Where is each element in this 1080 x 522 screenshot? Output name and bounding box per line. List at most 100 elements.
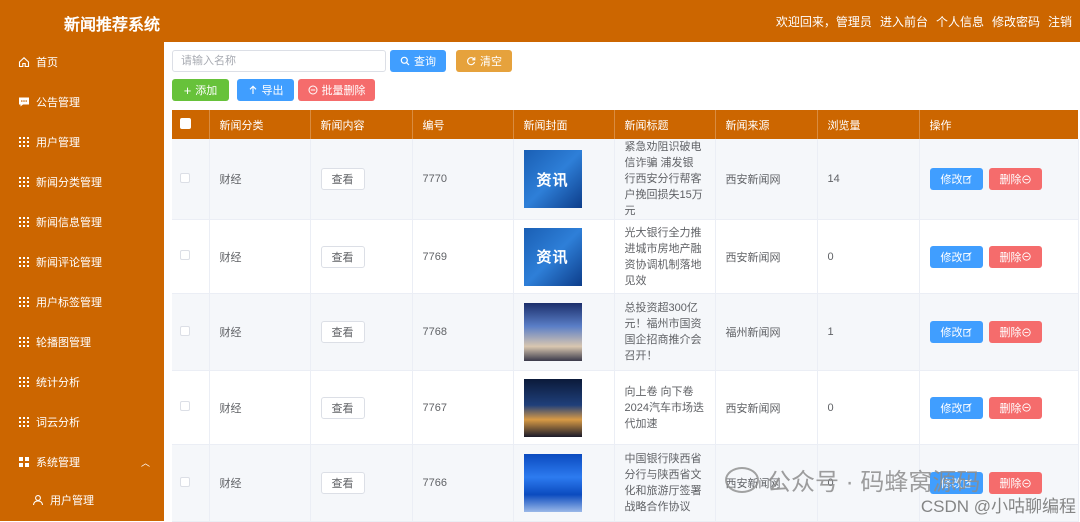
grid-icon [18, 336, 30, 348]
category-cell: 财经 [209, 444, 311, 522]
row-select-cell [172, 444, 210, 522]
grid-icon [18, 176, 30, 188]
export-button[interactable]: 导出 [237, 79, 294, 101]
sidebar-item-carousel[interactable]: 轮播图管理 [0, 322, 164, 362]
clear-button[interactable]: 清空 [456, 50, 512, 72]
view-button[interactable]: 查看 [320, 396, 365, 419]
welcome-text: 欢迎回来，管理员 [775, 15, 872, 29]
source-cell: 西安新闻网 [715, 370, 818, 445]
column-header: 浏览量 [817, 110, 920, 139]
watermark-sub-text: CSDN @小咕聊编程 [920, 497, 1076, 516]
sidebar-item-user-tags[interactable]: 用户标签管理 [0, 282, 164, 322]
minus-circle-icon [1021, 174, 1031, 184]
delete-button[interactable]: 删除 [988, 321, 1042, 343]
enter-frontend-link[interactable]: 进入前台 [880, 13, 928, 30]
column-header: 新闻内容 [310, 110, 413, 139]
view-button[interactable]: 查看 [320, 168, 365, 190]
delete-label: 删除 [999, 478, 1022, 490]
delete-label: 删除 [999, 251, 1022, 264]
logout-link[interactable]: 注销 [1048, 13, 1072, 30]
delete-button[interactable]: 删除 [988, 168, 1042, 190]
profile-link[interactable]: 个人信息 [936, 13, 984, 30]
source-cell: 西安新闻网 [715, 139, 818, 220]
chevron-up-icon: ︿ [140, 457, 150, 468]
sidebar-item-home[interactable]: 首页 [0, 42, 164, 82]
actions-cell: 修改 删除 [919, 293, 1079, 371]
category-cell: 财经 [209, 219, 311, 294]
sidebar-item-word-cloud[interactable]: 词云分析 [0, 402, 164, 442]
row-checkbox[interactable] [180, 401, 190, 411]
view-button[interactable]: 查看 [320, 245, 365, 268]
sidebar-item-system-users[interactable]: 用户管理 [0, 480, 164, 520]
wechat-logo-icon [725, 466, 759, 493]
sidebar: 首页 公告管理 用户管理 新闻分类管理 新闻信息管理 新闻评论管理 用户标签管理… [0, 42, 164, 521]
column-header: 编号 [412, 110, 514, 139]
actions-cell: 修改 删除 [919, 139, 1079, 220]
minus-circle-icon [308, 85, 317, 95]
table-row: 财经 查看 7767 向上卷 向下卷 2024汽车市场迭代加速 西安新闻网 0 … [172, 370, 1079, 445]
column-header: 新闻封面 [513, 110, 615, 139]
grid-icon [18, 256, 30, 268]
content-cell: 查看 [310, 219, 413, 294]
apps-icon [18, 456, 30, 468]
add-label: 添加 [195, 85, 218, 97]
add-button[interactable]: + 添加 [172, 79, 229, 101]
sidebar-item-system[interactable]: 系统管理 ︿ [0, 442, 164, 482]
cover-cell [513, 444, 615, 522]
sidebar-item-label: 新闻评论管理 [36, 257, 102, 269]
title-cell: 向上卷 向下卷 2024汽车市场迭代加速 [614, 370, 716, 445]
edit-icon [962, 252, 972, 261]
delete-label: 删除 [999, 402, 1022, 415]
edit-button[interactable]: 修改 [929, 245, 983, 268]
edit-label: 修改 [940, 402, 963, 415]
edit-button[interactable]: 修改 [929, 396, 983, 419]
view-button[interactable]: 查看 [320, 321, 365, 343]
change-password-link[interactable]: 修改密码 [992, 13, 1040, 30]
delete-button[interactable]: 删除 [988, 245, 1042, 268]
news-table: 新闻分类 新闻内容 编号 新闻封面 新闻标题 新闻来源 浏览量 操作 财经 查看… [172, 110, 1079, 522]
app-title: 新闻推荐系统 [64, 17, 161, 34]
id-cell: 7770 [412, 139, 514, 220]
query-button[interactable]: 查询 [390, 50, 446, 72]
search-input[interactable] [172, 50, 386, 72]
chat-icon [18, 96, 30, 108]
row-checkbox[interactable] [180, 172, 190, 183]
sidebar-item-users[interactable]: 用户管理 [0, 122, 164, 162]
view-button[interactable]: 查看 [320, 472, 365, 494]
grid-icon [18, 136, 30, 148]
title-cell: 紧急劝阻识破电信诈骗 浦发银行西安分行帮客户挽回损失15万元 [614, 139, 716, 220]
table-header-row: 新闻分类 新闻内容 编号 新闻封面 新闻标题 新闻来源 浏览量 操作 [172, 110, 1079, 139]
delete-button[interactable]: 删除 [988, 472, 1042, 494]
delete-button[interactable]: 删除 [988, 396, 1042, 419]
sidebar-item-statistics[interactable]: 统计分析 [0, 362, 164, 402]
source-cell: 西安新闻网 [715, 219, 818, 294]
arrow-up-icon [249, 85, 256, 94]
cover-cell: 资讯 [513, 219, 615, 294]
edit-icon [962, 403, 972, 412]
sidebar-item-news-info[interactable]: 新闻信息管理 [0, 202, 164, 242]
row-checkbox[interactable] [180, 325, 190, 336]
plus-icon: + [183, 82, 192, 98]
sidebar-item-news-category[interactable]: 新闻分类管理 [0, 162, 164, 202]
column-header: 新闻分类 [209, 110, 311, 139]
query-label: 查询 [414, 56, 436, 68]
sidebar-item-label: 首页 [36, 57, 58, 69]
edit-button[interactable]: 修改 [929, 321, 983, 343]
news-cover-image: 资讯 [523, 227, 582, 286]
select-all-checkbox[interactable] [180, 117, 191, 129]
sidebar-item-notice[interactable]: 公告管理 [0, 82, 164, 122]
delete-label: 删除 [999, 174, 1022, 186]
batch-delete-button[interactable]: 批量删除 [298, 79, 375, 101]
row-checkbox[interactable] [180, 476, 190, 487]
content-cell: 查看 [310, 444, 413, 522]
sidebar-item-label: 统计分析 [36, 377, 80, 389]
source-cell: 福州新闻网 [715, 293, 818, 371]
edit-button[interactable]: 修改 [929, 168, 983, 190]
row-select-cell [172, 139, 210, 220]
sidebar-item-news-comment[interactable]: 新闻评论管理 [0, 242, 164, 282]
column-header: 操作 [919, 110, 1079, 139]
edit-label: 修改 [940, 327, 963, 339]
category-cell: 财经 [209, 293, 311, 371]
views-cell: 1 [817, 293, 920, 371]
row-checkbox[interactable] [180, 250, 190, 260]
